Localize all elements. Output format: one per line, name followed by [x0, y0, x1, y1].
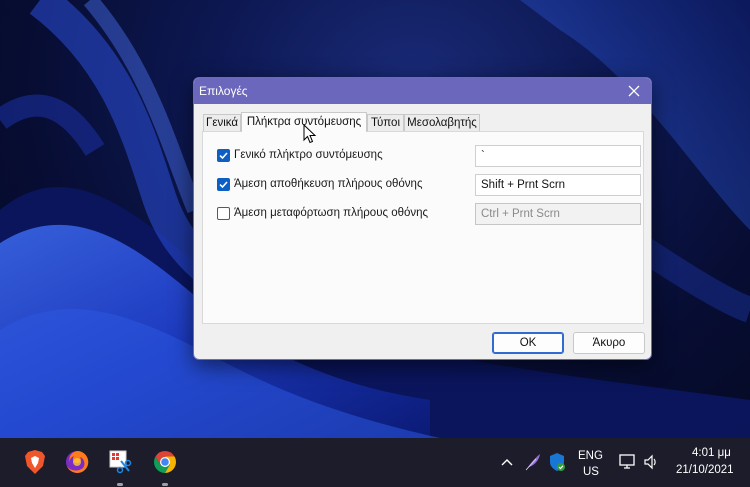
feather-icon[interactable]	[524, 453, 542, 471]
brave-icon[interactable]	[22, 449, 48, 475]
chevron-up-icon[interactable]	[501, 458, 513, 466]
setting-row-general-hotkey: Γενικό πλήκτρο συντόμευσης `	[217, 145, 641, 167]
dialog-title: Επιλογές	[199, 84, 248, 98]
snipping-tool-icon[interactable]	[107, 449, 133, 475]
save-fullscreen-label: Άμεση αποθήκευση πλήρους οθόνης	[234, 178, 423, 190]
setting-row-upload-fullscreen: Άμεση μεταφόρτωση πλήρους οθόνης Ctrl + …	[217, 203, 641, 225]
upload-fullscreen-hotkey-field: Ctrl + Prnt Scrn	[475, 203, 641, 225]
close-icon	[628, 85, 640, 97]
general-hotkey-checkbox[interactable]	[217, 149, 230, 162]
mouse-cursor-icon	[303, 124, 317, 144]
hotkeys-panel: Γενικό πλήκτρο συντόμευσης ` Άμεση αποθή…	[202, 131, 644, 324]
taskbar: ENG US 4:01 μμ 21/10/2021	[0, 438, 750, 487]
ok-button[interactable]: OK	[492, 332, 564, 354]
options-dialog: Επιλογές Γενικά Πλήκτρα συντόμευσης Τύπο…	[193, 77, 652, 360]
general-hotkey-label: Γενικό πλήκτρο συντόμευσης	[234, 149, 383, 161]
dialog-titlebar[interactable]: Επιλογές	[194, 78, 651, 104]
close-button[interactable]	[617, 78, 651, 104]
save-fullscreen-checkbox[interactable]	[217, 178, 230, 191]
shield-icon[interactable]	[548, 452, 566, 472]
keyboard-layout-indicator[interactable]: US	[583, 466, 599, 478]
general-hotkey-field[interactable]: `	[475, 145, 641, 167]
checkmark-icon	[219, 152, 228, 160]
running-indicator	[117, 483, 123, 486]
upload-fullscreen-label: Άμεση μεταφόρτωση πλήρους οθόνης	[234, 207, 429, 219]
tab-general[interactable]: Γενικά	[203, 114, 241, 131]
firefox-icon[interactable]	[64, 449, 90, 475]
cancel-button[interactable]: Άκυρο	[573, 332, 645, 354]
clock-date[interactable]: 21/10/2021	[676, 464, 734, 476]
language-indicator[interactable]: ENG	[578, 450, 603, 462]
upload-fullscreen-checkbox[interactable]	[217, 207, 230, 220]
volume-icon[interactable]	[643, 454, 659, 470]
clock-time[interactable]: 4:01 μμ	[692, 447, 731, 459]
network-icon[interactable]	[619, 454, 637, 470]
running-indicator	[162, 483, 168, 486]
tab-proxy[interactable]: Μεσολαβητής	[404, 114, 480, 131]
tab-types[interactable]: Τύποι	[367, 114, 404, 131]
chrome-icon[interactable]	[152, 449, 178, 475]
save-fullscreen-hotkey-field[interactable]: Shift + Prnt Scrn	[475, 174, 641, 196]
checkmark-icon	[219, 181, 228, 189]
setting-row-save-fullscreen: Άμεση αποθήκευση πλήρους οθόνης Shift + …	[217, 174, 641, 196]
